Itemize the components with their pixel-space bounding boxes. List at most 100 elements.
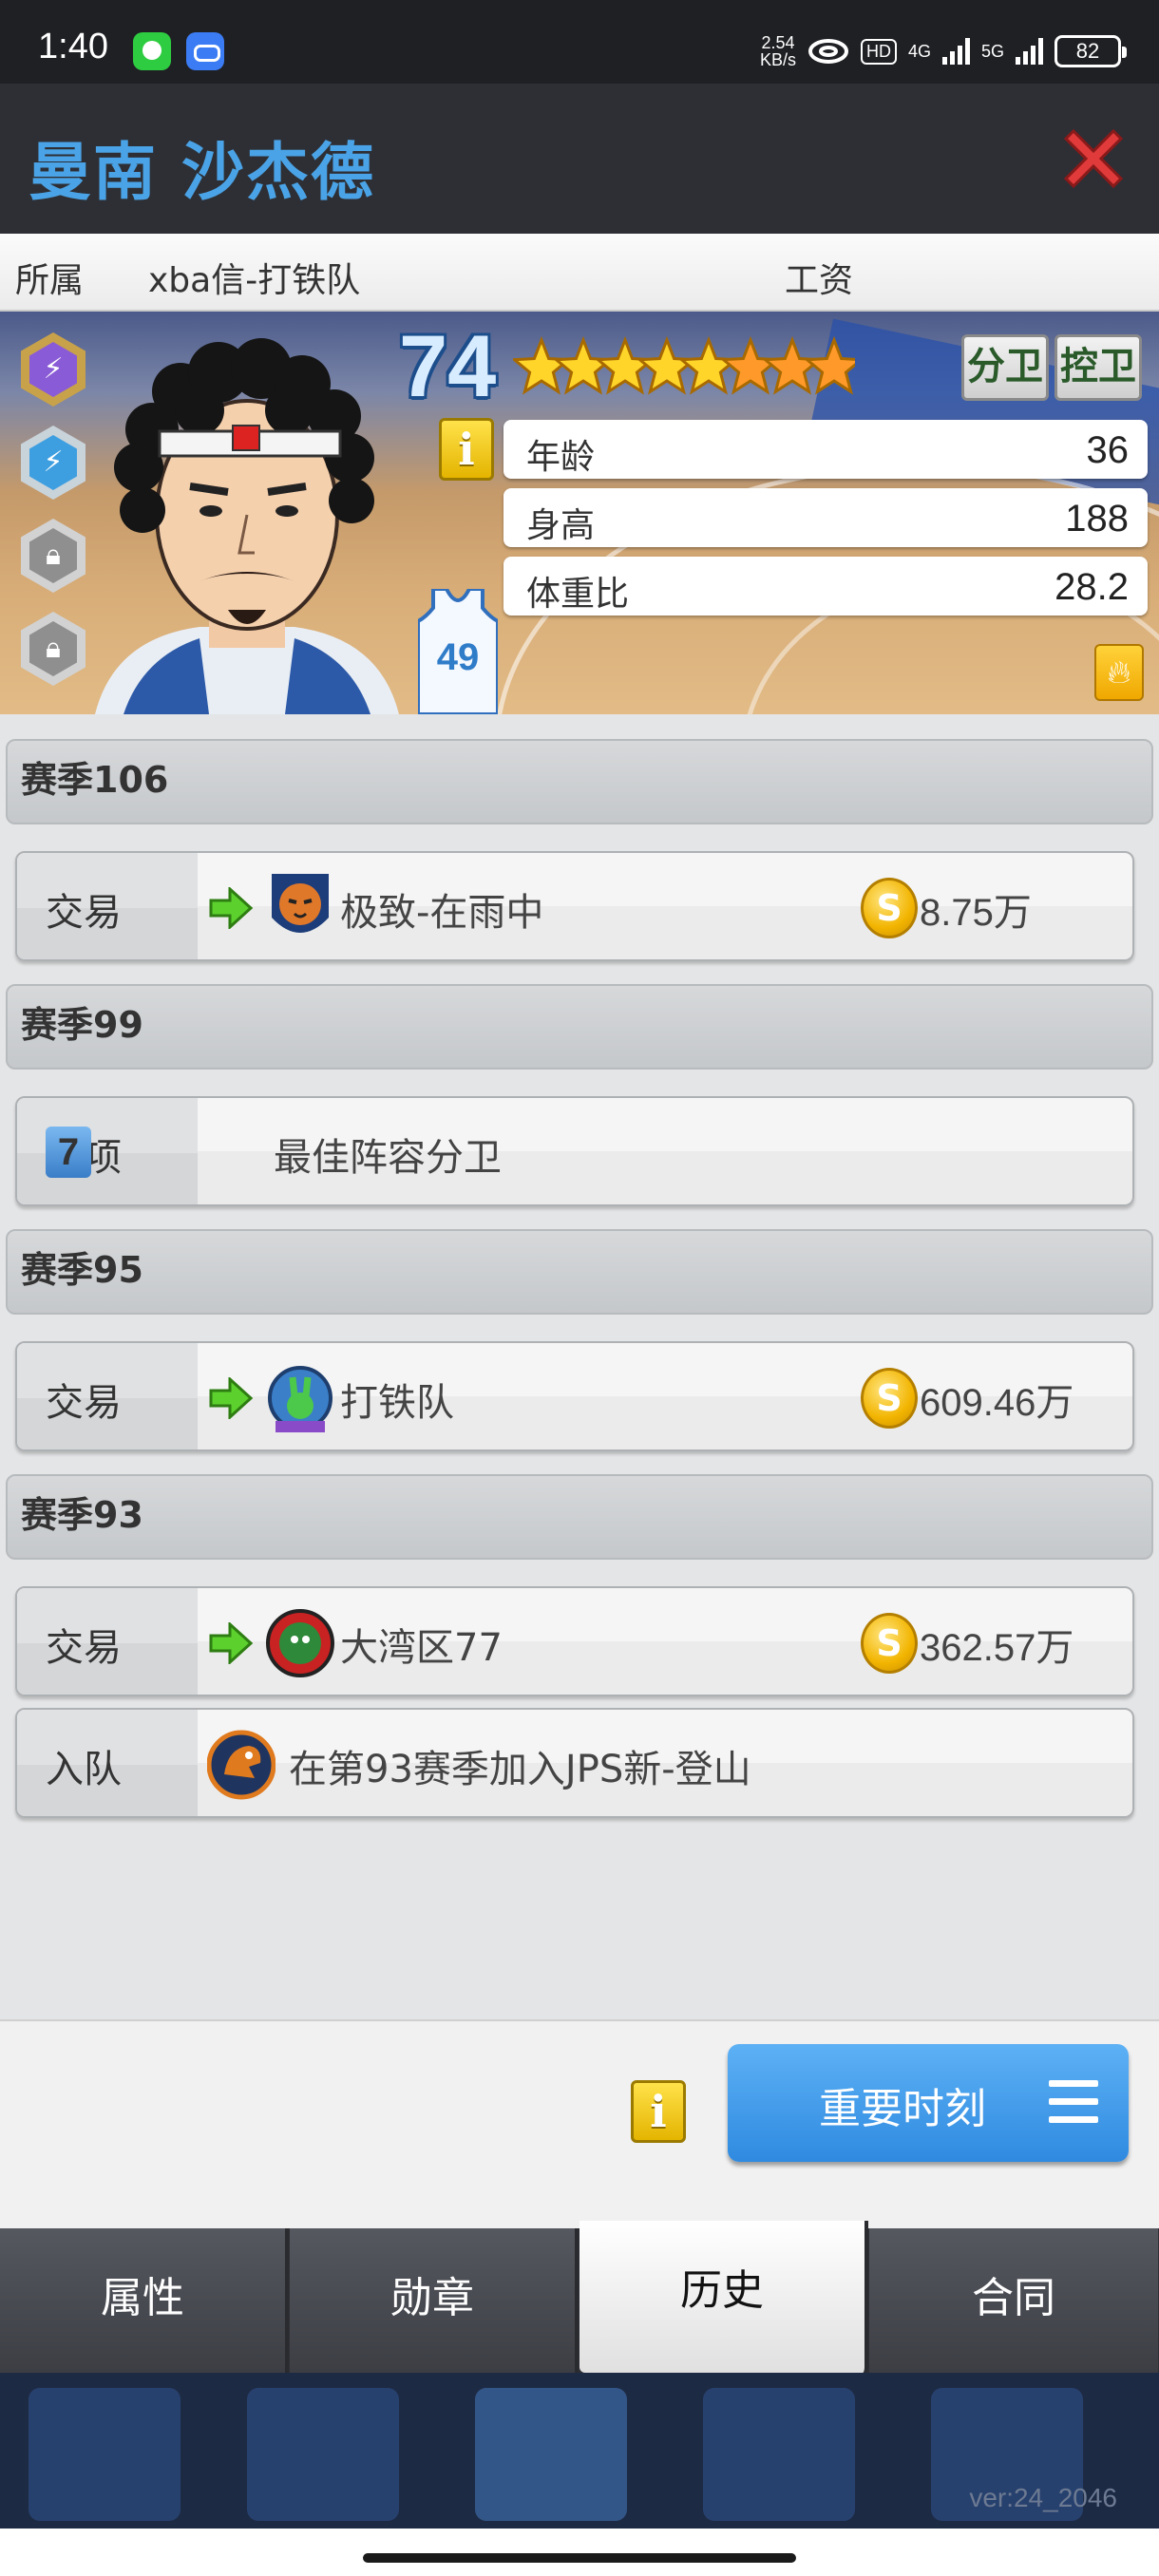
history-kind: 交易 <box>46 1626 122 1670</box>
close-icon[interactable] <box>1056 122 1130 196</box>
season-header: 赛季93 <box>6 1474 1153 1560</box>
team-name: xba信-打铁队 <box>148 261 361 300</box>
arrow-right-icon <box>209 887 253 929</box>
battery-indicator: 82 <box>1054 35 1127 67</box>
hd-indicator: HD <box>860 38 897 65</box>
stat-value: 28.2 <box>1054 566 1129 608</box>
purple-badge-icon[interactable]: ⚡ <box>21 332 86 407</box>
menu-icon-globe <box>703 2388 855 2521</box>
history-amount: 8.75万 <box>920 892 1032 934</box>
info-icon[interactable]: i <box>631 2080 686 2143</box>
player-panel: 所属 xba信-打铁队 工资 ⚡ ⚡ 🔒︎ 🔒︎ 49 74 分卫 控卫 i 年… <box>0 234 1159 2228</box>
history-amount: 362.57万 <box>920 1627 1074 1669</box>
tab-contract[interactable]: 合同 <box>869 2228 1158 2373</box>
menu-icon-star <box>28 2388 180 2521</box>
history-row-trade[interactable]: 交易 打铁队 S 609.46万 <box>15 1341 1134 1451</box>
star-gold-icon <box>513 335 573 395</box>
star-orange-icon <box>719 335 782 395</box>
arrow-right-icon <box>209 1622 253 1664</box>
tab-bar: 属性 勋章 历史 合同 <box>0 2221 1159 2373</box>
network-speed: 2.54 KB/s <box>759 33 796 69</box>
system-nav-bar <box>0 2529 1159 2576</box>
season-header: 赛季95 <box>6 1229 1153 1315</box>
history-row-trade[interactable]: 交易 大湾区77 S 362.57万 <box>15 1586 1134 1696</box>
star-gold-icon <box>636 335 698 395</box>
signal-bars-icon <box>1016 38 1043 65</box>
history-team: 大湾区77 <box>340 1626 503 1670</box>
team-logo-dino-icon <box>207 1730 276 1800</box>
player-name: 曼南 沙杰德 <box>28 136 375 209</box>
locked-badge-icon[interactable]: 🔒︎ <box>21 519 86 593</box>
jersey-number: 49 <box>436 636 480 678</box>
season-header: 赛季99 <box>6 984 1153 1070</box>
signal-bars-icon <box>941 38 970 65</box>
award-name: 最佳阵容分卫 <box>274 1136 502 1180</box>
stat-height: 身高 188 <box>504 488 1148 547</box>
tab-attributes[interactable]: 属性 <box>0 2228 289 2373</box>
menu-icon-player <box>475 2388 627 2521</box>
fire-icon[interactable]: 🔥︎ <box>1094 644 1144 701</box>
game-menu-background: ver:24_2046 <box>0 2373 1159 2529</box>
star-gold-icon <box>594 335 656 395</box>
join-description: 在第93赛季加入JPS新-登山 <box>289 1748 751 1791</box>
stat-label: 年龄 <box>526 438 596 477</box>
signal-label-1: 4G <box>907 41 931 61</box>
stat-label: 体重比 <box>526 575 630 614</box>
stat-label: 身高 <box>526 506 596 545</box>
overall-rating: 74 <box>399 318 497 415</box>
signal-label-2: 5G <box>980 41 1004 61</box>
team-logo-tiger-icon <box>272 874 329 933</box>
dialog-header: 曼南 沙杰德 <box>0 84 1159 234</box>
info-icon[interactable]: i <box>439 418 494 481</box>
history-kind: 交易 <box>46 891 122 935</box>
team-row: 所属 xba信-打铁队 工资 <box>0 234 1159 312</box>
locked-badge-icon[interactable]: 🔒︎ <box>21 612 86 686</box>
coin-icon: S <box>861 1613 918 1674</box>
team-logo-monster-icon <box>266 1609 334 1677</box>
history-team: 极致-在雨中 <box>340 891 544 935</box>
position-tag-pg: 控卫 <box>1054 334 1142 401</box>
history-kind: 入队 <box>46 1748 122 1791</box>
home-gesture-handle[interactable] <box>363 2553 796 2563</box>
status-time: 1:40 <box>38 27 108 66</box>
arrow-right-icon <box>209 1377 253 1419</box>
menu-icon-yen <box>247 2388 399 2521</box>
position-tag-sg: 分卫 <box>961 334 1049 401</box>
menu-icon <box>1049 2080 1098 2124</box>
season-header: 赛季106 <box>6 739 1153 824</box>
team-logo-rabbit-icon <box>268 1366 332 1432</box>
affiliation-label: 所属 <box>15 261 85 300</box>
award-count-badge: 7 <box>46 1127 91 1178</box>
player-card: ⚡ ⚡ 🔒︎ 🔒︎ 49 74 分卫 控卫 i 年龄 36 身高 188 体重比… <box>0 312 1159 714</box>
history-kind: 交易 <box>46 1381 122 1425</box>
star-gold-icon <box>677 335 740 395</box>
coin-icon: S <box>861 878 918 938</box>
star-orange-icon <box>761 335 824 395</box>
salary-label: 工资 <box>785 261 854 300</box>
status-indicators: 2.54 KB/s HD 4G 5G 82 <box>759 30 1127 72</box>
star-rating <box>513 335 855 395</box>
hotspot-icon <box>808 39 848 64</box>
star-orange-icon <box>803 335 855 395</box>
link-app-icon <box>186 32 224 70</box>
history-row-trade[interactable]: 交易 极致-在雨中 S 8.75万 <box>15 851 1134 961</box>
star-gold-icon <box>552 335 615 395</box>
player-avatar <box>95 338 399 714</box>
stat-age: 年龄 36 <box>504 420 1148 479</box>
stat-weight-ratio: 体重比 28.2 <box>504 557 1148 616</box>
tab-history[interactable]: 历史 <box>580 2221 868 2373</box>
stat-value: 36 <box>1086 429 1130 471</box>
app-notification-icon <box>133 32 171 70</box>
coin-icon: S <box>861 1368 918 1429</box>
version-label: ver:24_2046 <box>969 2483 1117 2512</box>
history-footer: i 重要时刻 <box>0 2019 1159 2228</box>
stat-value: 188 <box>1065 498 1129 540</box>
key-moments-button[interactable]: 重要时刻 <box>728 2044 1129 2162</box>
history-row-award[interactable]: 奖项 7 最佳阵容分卫 <box>15 1096 1134 1206</box>
blue-badge-icon[interactable]: ⚡ <box>21 426 86 500</box>
key-moments-label: 重要时刻 <box>819 2085 986 2133</box>
history-team: 打铁队 <box>340 1381 454 1425</box>
tab-badges[interactable]: 勋章 <box>290 2228 579 2373</box>
history-amount: 609.46万 <box>920 1382 1074 1424</box>
history-row-join[interactable]: 入队 在第93赛季加入JPS新-登山 <box>15 1708 1134 1818</box>
